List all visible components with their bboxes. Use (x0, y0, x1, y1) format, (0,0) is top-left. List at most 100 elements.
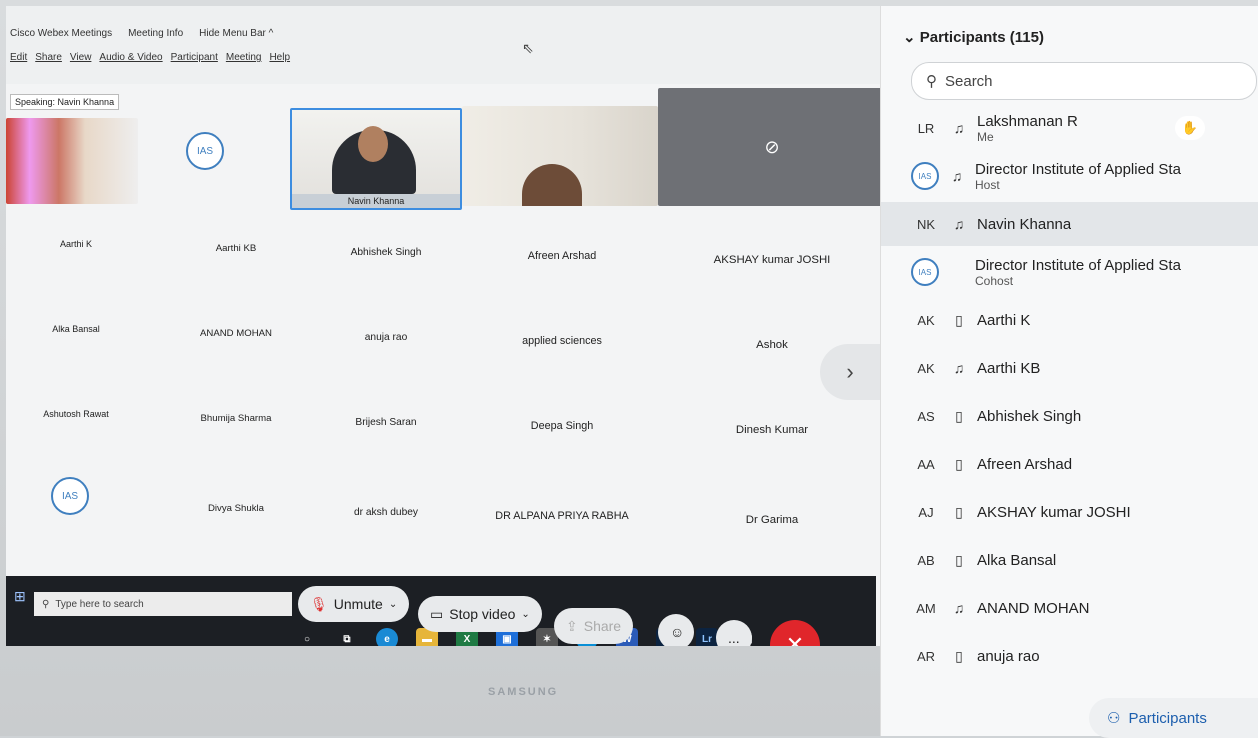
next-page-button[interactable]: › (820, 344, 880, 400)
participant-row[interactable]: LR ♫ Lakshmanan R Me ✋ (881, 106, 1258, 150)
participant-name-block: anuja rao (977, 648, 1040, 665)
video-tile-camera-off[interactable]: ⊘ (658, 88, 886, 206)
video-tile-name[interactable]: Deepa Singh (466, 398, 658, 454)
menu-item-participant[interactable]: Participant (171, 52, 218, 63)
video-tile-name[interactable]: ANAND MOHAN (166, 305, 306, 361)
menu-item-audio-video[interactable]: Audio & Video (99, 52, 162, 63)
headset-icon: ♫ (953, 360, 965, 376)
video-tile-name[interactable]: Brijesh Saran (306, 394, 466, 450)
taskbar-search-box[interactable]: ⚲ Type here to search (34, 592, 292, 616)
participant-name: Aarthi K (977, 311, 1031, 329)
participant-row[interactable]: AM ♫ ANAND MOHAN (881, 586, 1258, 630)
active-speaker-label: Navin Khanna (292, 194, 460, 208)
avatar: AA (917, 456, 935, 472)
video-tile-name[interactable]: Aarthi KB (166, 220, 306, 276)
video-tile-logo-2[interactable]: IAS (50, 476, 90, 516)
phone-icon: ▯ (955, 503, 963, 520)
phone-icon: ▯ (955, 311, 963, 328)
menu-item-edit[interactable]: Edit (10, 52, 27, 63)
participant-name-block: Director Institute of Applied Sta Host (975, 161, 1181, 192)
video-grid: IAS Navin Khanna ⊘ Aarthi K Aarthi KB Abhi… (6, 88, 886, 586)
video-tile-name[interactable]: DR ALPANA PRIYA RABHA (466, 488, 658, 544)
video-tile-logo[interactable]: IAS (186, 132, 234, 180)
participant-name-block: AKSHAY kumar JOSHI (977, 504, 1131, 521)
monitor-brand-logo: SAMSUNG (488, 686, 559, 698)
share-icon: ⇪ (566, 617, 578, 634)
participant-name-block: Afreen Arshad (977, 456, 1072, 473)
reactions-button[interactable]: ☺ (658, 614, 694, 646)
stop-video-button[interactable]: ▭ Stop video ⌄ (418, 596, 542, 632)
participant-name: AKSHAY kumar JOSHI (977, 503, 1131, 521)
participant-name-block: ANAND MOHAN (977, 600, 1090, 617)
participant-name-block: Abhishek Singh (977, 408, 1081, 425)
video-tile-name[interactable]: Bhumija Sharma (166, 390, 306, 446)
video-tile-name[interactable]: Dinesh Kumar (658, 402, 886, 458)
avatar: AK (917, 312, 935, 328)
raise-hand-icon[interactable]: ✋ (1175, 116, 1205, 140)
video-tile-name[interactable]: Dr Garima (658, 492, 886, 548)
participant-row[interactable]: AB ▯ Alka Bansal (881, 538, 1258, 582)
participants-header[interactable]: ⌄ Participants (115) (903, 28, 1044, 46)
video-tile-room-2[interactable] (462, 106, 658, 206)
participants-icon: ⚇ (1107, 710, 1121, 727)
speaker-face (358, 126, 388, 162)
participant-search-input[interactable]: ⚲ Search (911, 62, 1257, 100)
participant-row[interactable]: AR ▯ anuja rao (881, 634, 1258, 678)
avatar: AJ (918, 504, 934, 520)
video-tile-name[interactable]: dr aksh dubey (306, 484, 466, 540)
menu-item-meeting[interactable]: Meeting (226, 52, 262, 63)
participant-row[interactable]: AA ▯ Afreen Arshad (881, 442, 1258, 486)
participant-row[interactable]: AK ▯ Aarthi K (881, 298, 1258, 342)
meeting-info-button[interactable]: Meeting Info (128, 28, 183, 39)
participant-role: Cohost (975, 273, 1014, 288)
avatar: AS (917, 408, 935, 424)
video-tile-name[interactable]: Afreen Arshad (466, 228, 658, 284)
video-tile-active-speaker[interactable]: Navin Khanna (290, 108, 462, 210)
unmute-button[interactable]: 🎙 Unmute ⌄ (298, 586, 410, 622)
phone-icon: ▯ (955, 455, 963, 472)
meeting-controls: 🎙 Unmute ⌄ ▭ Stop video ⌄ ⇪ Share ☺ ... … (296, 582, 856, 646)
institute-logo-icon: IAS (911, 258, 939, 286)
phone-icon: ▯ (955, 407, 963, 424)
phone-icon: ▯ (955, 647, 963, 664)
video-tile-name[interactable]: Abhishek Singh (306, 224, 466, 280)
avatar: AM (916, 600, 936, 616)
video-tile-name[interactable]: Ashutosh Rawat (6, 386, 146, 442)
phone-icon: ▯ (955, 551, 963, 568)
participant-row[interactable]: AS ▯ Abhishek Singh (881, 394, 1258, 438)
video-tile-name[interactable]: AKSHAY kumar JOSHI (658, 232, 886, 288)
chevron-right-icon: › (846, 359, 854, 384)
video-tile-name[interactable]: Alka Bansal (6, 301, 146, 357)
share-button[interactable]: ⇪ Share (554, 608, 634, 644)
video-tile-name[interactable]: anuja rao (306, 309, 466, 365)
avatar: AB (917, 552, 935, 568)
participant-name: Lakshmanan R (977, 112, 1078, 130)
participant-row[interactable]: AJ ▯ AKSHAY kumar JOSHI (881, 490, 1258, 534)
video-tile-name[interactable]: Divya Shukla (166, 480, 306, 536)
search-icon: ⚲ (42, 598, 50, 610)
participant-row[interactable]: IAS ♫ Director Institute of Applied Sta Hos… (881, 154, 1258, 198)
participant-row[interactable]: IAS Director Institute of Applied Sta Coho… (881, 250, 1258, 294)
participants-toggle-button[interactable]: ⚇ Participants (1089, 698, 1258, 738)
participant-row[interactable]: NK ♫ Navin Khanna (881, 202, 1258, 246)
chevron-down-icon: ⌄ (388, 598, 398, 610)
end-meeting-button[interactable]: ✕ (770, 620, 820, 646)
more-options-button[interactable]: ... (716, 620, 752, 646)
close-icon: ✕ (785, 632, 805, 646)
avatar: NK (916, 216, 936, 232)
menu-item-view[interactable]: View (70, 52, 92, 63)
share-label: Share (583, 618, 622, 634)
windows-start-icon[interactable]: ⊞ (14, 588, 26, 605)
video-tile-room[interactable] (6, 118, 138, 204)
institute-logo-icon: IAS (186, 132, 224, 170)
headset-icon: ♫ (951, 168, 963, 184)
participant-name: anuja rao (977, 647, 1040, 665)
video-tile-name[interactable]: Aarthi K (6, 216, 146, 272)
mic-muted-icon: 🎙 (310, 595, 328, 612)
video-tile-name[interactable]: applied sciences (466, 313, 658, 369)
menu-item-help[interactable]: Help (269, 52, 290, 63)
hide-menu-button[interactable]: Hide Menu Bar ^ (199, 28, 273, 39)
participant-row[interactable]: AK ♫ Aarthi KB (881, 346, 1258, 390)
menu-item-share[interactable]: Share (35, 52, 62, 63)
participant-name: Abhishek Singh (977, 407, 1082, 425)
